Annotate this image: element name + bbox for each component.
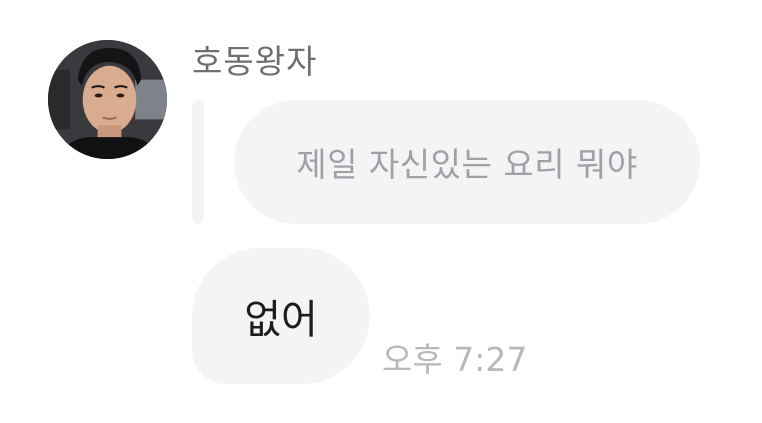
sender-name: 호동왕자: [192, 42, 318, 81]
message-timestamp: 오후 7:27: [382, 340, 528, 379]
avatar[interactable]: [48, 40, 167, 159]
message-text: 없어: [244, 297, 318, 343]
message-bubble[interactable]: 없어: [192, 248, 370, 384]
profile-photo-avatar: [48, 40, 167, 159]
quoted-message-text: 제일 자신있는 요리 뭐야: [296, 145, 638, 184]
quoted-message-bubble[interactable]: 제일 자신있는 요리 뭐야: [234, 100, 700, 224]
reply-indicator-bar: [192, 100, 204, 224]
